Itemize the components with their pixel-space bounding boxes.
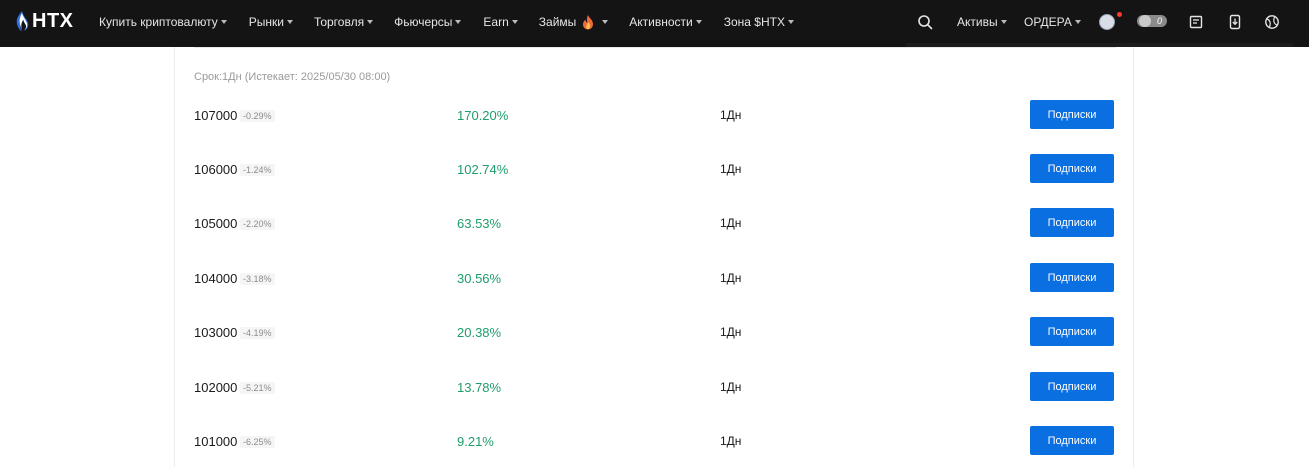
apy-value: 20.38% [457, 325, 502, 340]
apy-value: 30.56% [457, 271, 502, 286]
orders-menu[interactable]: ОРДЕРА [1024, 0, 1081, 43]
subscribe-button[interactable]: Подписки [1030, 154, 1114, 183]
nav-activities-label: Активности [629, 14, 693, 29]
nav-buy-crypto-label: Купить криптовалюту [99, 14, 218, 29]
duration-value: 1Дн [720, 108, 742, 122]
notification-dot [1117, 12, 1122, 17]
chevron-down-icon [1074, 20, 1081, 24]
nav-htx-zone[interactable]: Зона $HTX [724, 15, 794, 29]
price-change-badge: -6.25% [240, 436, 275, 448]
nav-earn[interactable]: Earn [483, 14, 518, 29]
table-row: 102000 -5.21% 13.78% 1Дн Подписки [194, 372, 1114, 402]
subscribe-button[interactable]: Подписки [1030, 263, 1114, 292]
chevron-down-icon [695, 20, 702, 24]
nav-markets[interactable]: Рынки [249, 15, 293, 29]
search-icon[interactable] [916, 13, 934, 31]
table-row: 107000 -0.29% 170.20% 1Дн Подписки [194, 100, 1114, 130]
apy-value: 13.78% [457, 380, 502, 395]
table-row: 104000 -3.18% 30.56% 1Дн Подписки [194, 263, 1114, 293]
chevron-down-icon [1000, 20, 1007, 24]
chevron-down-icon [455, 20, 462, 24]
logo-text: HTX [32, 9, 74, 32]
duration-value: 1Дн [720, 325, 742, 339]
subscribe-button[interactable]: Подписки [1030, 317, 1114, 346]
term-expiry-label: Срок:1Дн (Истекает: 2025/05/30 08:00) [194, 71, 391, 83]
nav-markets-label: Рынки [248, 14, 284, 29]
duration-value: 1Дн [720, 162, 742, 176]
nav-futures[interactable]: Фьючерсы [394, 14, 462, 29]
points-value: 0 [1156, 16, 1162, 26]
price-change-badge: -1.24% [240, 164, 275, 176]
language-globe-icon[interactable] [1263, 13, 1281, 31]
chevron-down-icon [286, 20, 293, 24]
apy-value: 102.74% [457, 162, 509, 177]
flame-icon [583, 14, 594, 29]
strike-price: 104000 [194, 271, 238, 286]
subscribe-button[interactable]: Подписки [1030, 208, 1114, 237]
avatar[interactable] [1099, 14, 1115, 30]
price-change-badge: -3.18% [240, 273, 275, 285]
price-change-badge: -4.19% [240, 327, 275, 339]
table-row: 106000 -1.24% 102.74% 1Дн Подписки [194, 154, 1114, 184]
main-nav: Купить криптовалюту Рынки Торговля Фьюче… [99, 0, 794, 43]
duration-value: 1Дн [720, 216, 742, 230]
htx-logo[interactable]: HTX [15, 9, 74, 33]
price-change-badge: -0.29% [240, 110, 275, 122]
orders-label: ОРДЕРА [1024, 14, 1072, 29]
chevron-down-icon [367, 20, 374, 24]
duration-value: 1Дн [720, 380, 742, 394]
strike-price: 105000 [194, 216, 238, 231]
strike-price: 102000 [194, 380, 238, 395]
nav-loans[interactable]: Займы [539, 14, 609, 30]
points-icon [1139, 15, 1151, 27]
chevron-down-icon [511, 20, 518, 24]
chevron-down-icon [602, 20, 609, 24]
strike-price: 107000 [194, 108, 238, 123]
price-change-badge: -5.21% [240, 382, 275, 394]
subscribe-button[interactable]: Подписки [1030, 426, 1114, 455]
orders-doc-icon[interactable] [1187, 13, 1205, 31]
apy-value: 170.20% [457, 108, 509, 123]
nav-trade-label: Торговля [313, 14, 365, 29]
table-row: 105000 -2.20% 63.53% 1Дн Подписки [194, 208, 1114, 238]
nav-buy-crypto[interactable]: Купить криптовалюту [99, 15, 227, 29]
duration-value: 1Дн [720, 434, 742, 448]
duration-value: 1Дн [720, 271, 742, 285]
htx-flame-logo-icon [16, 11, 29, 31]
nav-htx-zone-label: Зона $HTX [723, 14, 785, 29]
divider [194, 47, 1116, 48]
apy-value: 63.53% [457, 216, 502, 231]
nav-futures-label: Фьючерсы [394, 14, 453, 29]
chevron-down-icon [220, 20, 227, 24]
apy-value: 9.21% [457, 434, 494, 449]
nav-loans-label: Займы [538, 14, 577, 29]
nav-earn-label: Earn [483, 14, 509, 29]
table-row: 101000 -6.25% 9.21% 1Дн Подписки [194, 426, 1114, 456]
table-row: 103000 -4.19% 20.38% 1Дн Подписки [194, 317, 1114, 347]
subscribe-button[interactable]: Подписки [1030, 100, 1114, 129]
nav-trade[interactable]: Торговля [313, 14, 374, 29]
strike-price: 106000 [194, 162, 238, 177]
chevron-down-icon [787, 20, 794, 24]
strike-price: 103000 [194, 325, 238, 340]
price-change-badge: -2.20% [240, 218, 275, 230]
assets-label: Активы [957, 14, 998, 29]
assets-menu[interactable]: Активы [957, 0, 1007, 43]
download-icon[interactable] [1226, 13, 1244, 31]
top-navigation-bar: HTX Купить криптовалюту Рынки Торговля Ф… [0, 0, 1309, 47]
nav-activities[interactable]: Активности [629, 14, 702, 29]
strike-price: 101000 [194, 434, 238, 449]
subscribe-button[interactable]: Подписки [1030, 372, 1114, 401]
